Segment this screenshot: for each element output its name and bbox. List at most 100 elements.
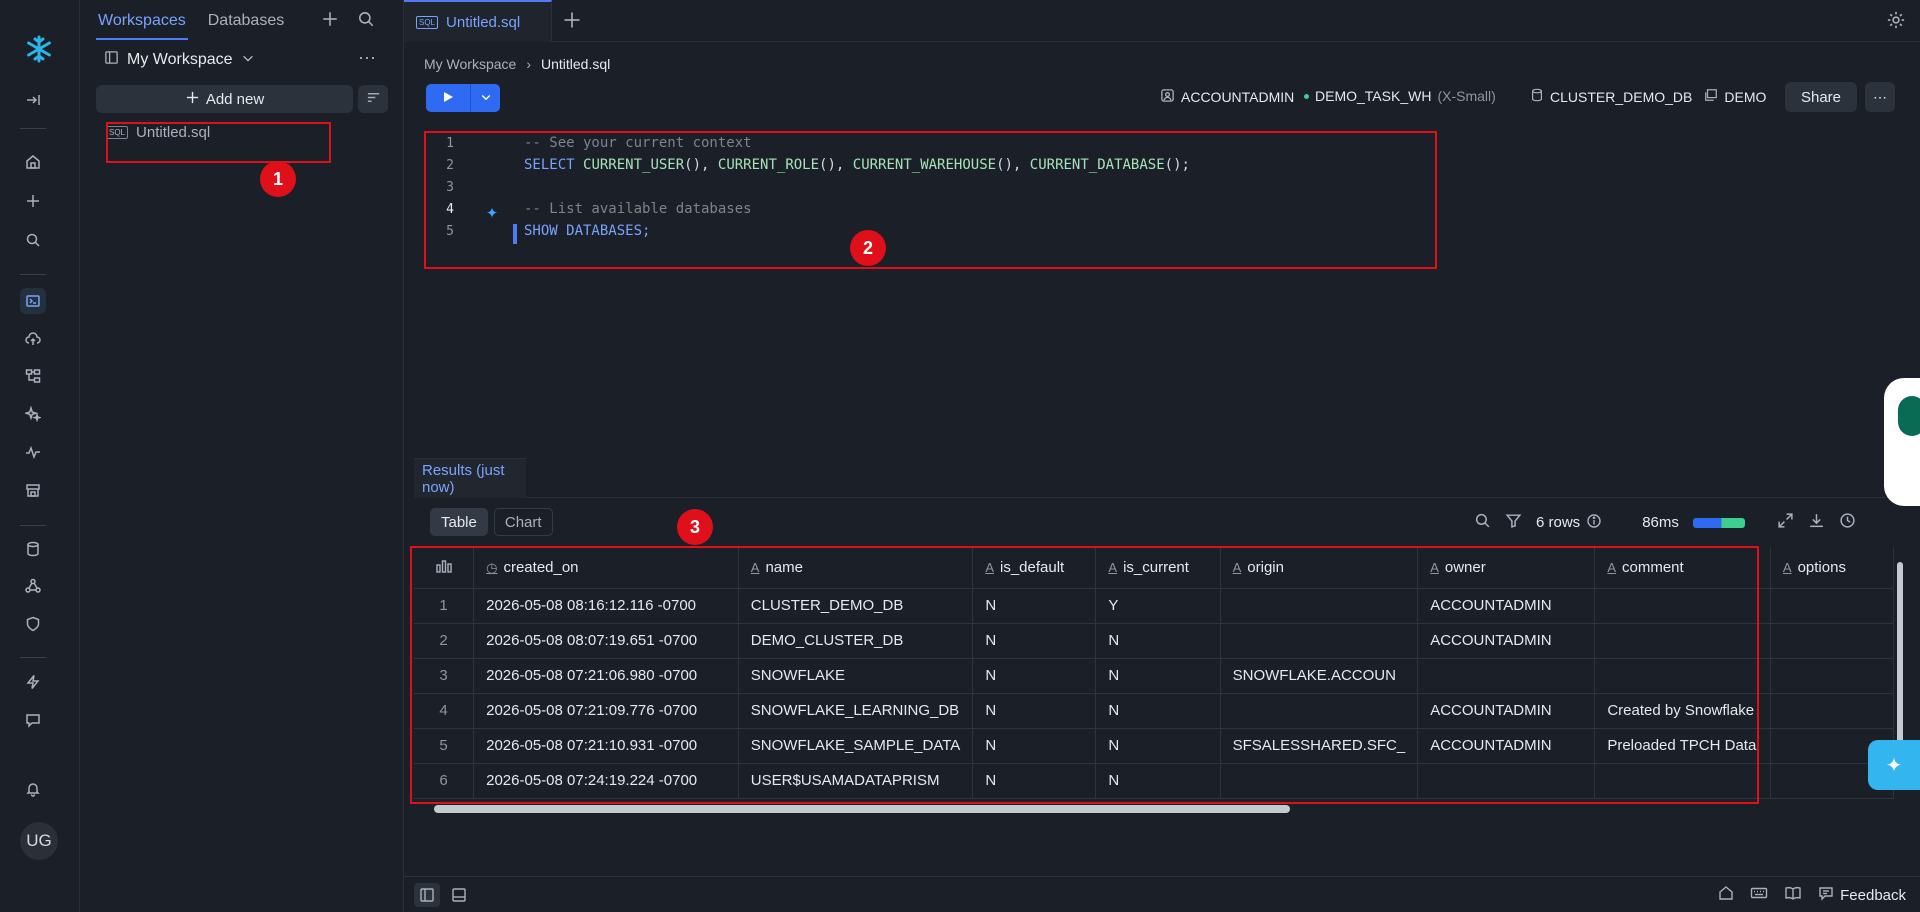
table-cell[interactable] (1220, 693, 1419, 729)
plus-icon[interactable] (20, 188, 46, 214)
table-row[interactable]: 3 2026-05-08 07:21:06.980 -0700 SNOWFLAKE N… (414, 658, 1894, 694)
table-cell[interactable]: N (972, 763, 1097, 799)
column-header-options[interactable]: Aoptions (1770, 548, 1894, 589)
table-cell[interactable]: Created by Snowflake (1594, 693, 1771, 729)
role-selector[interactable]: ACCOUNTADMIN (1160, 88, 1294, 106)
gear-icon[interactable] (1886, 10, 1906, 33)
projects-terminal-icon[interactable] (20, 288, 46, 314)
table-cell[interactable]: SNOWFLAKE.ACCOUN (1220, 658, 1419, 694)
voice-assistant-widget[interactable] (1884, 378, 1920, 506)
table-row[interactable]: 1 2026-05-08 08:16:12.116 -0700 CLUSTER_DE… (414, 588, 1894, 624)
table-cell[interactable] (1770, 623, 1894, 659)
share-button[interactable]: Share (1785, 82, 1857, 112)
more-options-icon[interactable]: ⋯ (358, 48, 377, 69)
info-icon[interactable] (1586, 513, 1602, 533)
table-cell[interactable]: 2026-05-08 08:07:19.651 -0700 (473, 623, 739, 659)
chart-view-button[interactable]: Chart (493, 508, 553, 536)
database-selector[interactable]: CLUSTER_DEMO_DB DEMO (1530, 88, 1766, 105)
expand-icon[interactable] (1777, 512, 1794, 533)
table-cell[interactable]: 2026-05-08 07:21:10.931 -0700 (473, 728, 739, 764)
table-cell[interactable] (1220, 763, 1419, 799)
row-number-cell[interactable]: 3 (414, 658, 475, 694)
table-cell[interactable]: N (972, 588, 1097, 624)
search-icon[interactable] (357, 10, 375, 31)
history-clock-icon[interactable] (1839, 512, 1856, 533)
ai-assistant-button[interactable]: ✦ (1868, 740, 1920, 790)
share-data-icon[interactable] (20, 573, 46, 599)
table-cell[interactable]: N (972, 658, 1097, 694)
home-icon[interactable] (20, 149, 46, 175)
table-row[interactable]: 4 2026-05-08 07:21:09.776 -0700 SNOWFLAKE_… (414, 693, 1894, 729)
results-table-container[interactable]: ◷ created_on Aname Ais_default Ais_curren… (414, 548, 1894, 808)
table-cell[interactable]: 2026-05-08 08:16:12.116 -0700 (473, 588, 739, 624)
run-button[interactable] (426, 84, 470, 112)
table-cell[interactable]: 2026-05-08 07:21:06.980 -0700 (473, 658, 739, 694)
table-cell[interactable]: DEMO_CLUSTER_DB (738, 623, 974, 659)
table-cell[interactable]: SNOWFLAKE_SAMPLE_DATA (738, 728, 974, 764)
ai-sparkle-icon[interactable] (20, 401, 46, 427)
table-cell[interactable]: Preloaded TPCH Data (1594, 728, 1771, 764)
row-number-cell[interactable]: 6 (414, 763, 475, 799)
download-icon[interactable] (1808, 512, 1825, 533)
horizontal-scrollbar[interactable] (414, 801, 1894, 815)
table-cell[interactable]: 2026-05-08 07:21:09.776 -0700 (473, 693, 739, 729)
home-icon[interactable] (1718, 885, 1734, 905)
tab-workspaces[interactable]: Workspaces (96, 8, 188, 40)
table-cell[interactable] (1770, 588, 1894, 624)
tab-results[interactable]: Results (just now) (414, 458, 526, 498)
collapse-sidebar-icon[interactable] (20, 87, 46, 113)
table-cell[interactable]: N (972, 728, 1097, 764)
table-cell[interactable]: CLUSTER_DEMO_DB (738, 588, 974, 624)
feedback-button[interactable]: Feedback (1818, 885, 1906, 905)
shield-icon[interactable] (20, 611, 46, 637)
table-row[interactable]: 6 2026-05-08 07:24:19.224 -0700 USER$USAMA… (414, 763, 1894, 799)
table-cell[interactable] (1417, 763, 1596, 799)
new-tab-plus-icon[interactable] (562, 10, 582, 33)
table-cell[interactable] (1220, 623, 1419, 659)
table-cell[interactable] (1594, 588, 1771, 624)
table-cell[interactable]: N (972, 693, 1097, 729)
table-cell[interactable]: ACCOUNTADMIN (1417, 728, 1596, 764)
book-icon[interactable] (1784, 885, 1802, 905)
upload-cloud-icon[interactable] (20, 326, 46, 352)
tab-untitled-sql[interactable]: SQL Untitled.sql (404, 0, 552, 42)
table-cell[interactable] (1770, 658, 1894, 694)
sidebar-layout-icon[interactable] (414, 883, 440, 907)
column-header-comment[interactable]: Acomment (1594, 548, 1771, 589)
run-options-dropdown[interactable] (470, 84, 500, 112)
table-cell[interactable] (1594, 623, 1771, 659)
table-cell[interactable]: Y (1095, 588, 1221, 624)
filter-icon[interactable] (1505, 512, 1522, 533)
row-number-cell[interactable]: 4 (414, 693, 475, 729)
table-cell[interactable]: N (1095, 728, 1221, 764)
column-header-created-on[interactable]: ◷ created_on (473, 548, 739, 589)
add-new-button[interactable]: Add new (96, 85, 353, 113)
database-icon[interactable] (20, 536, 46, 562)
tab-databases[interactable]: Databases (206, 8, 287, 40)
snowflake-logo-icon[interactable] (22, 32, 56, 66)
table-cell[interactable]: 2026-05-08 07:24:19.224 -0700 (473, 763, 739, 799)
workspace-selector[interactable]: My Workspace (104, 50, 255, 70)
table-cell[interactable]: ACCOUNTADMIN (1417, 588, 1596, 624)
table-cell[interactable]: USER$USAMADATAPRISM (738, 763, 974, 799)
table-cell[interactable] (1770, 693, 1894, 729)
microphone-icon[interactable] (1898, 396, 1920, 436)
table-cell[interactable]: ACCOUNTADMIN (1417, 623, 1596, 659)
bell-icon[interactable] (20, 776, 46, 802)
data-flow-icon[interactable] (20, 363, 46, 389)
column-header-is-default[interactable]: Ais_default (972, 548, 1097, 589)
warehouse-selector[interactable]: DEMO_TASK_WH (X-Small) (1304, 88, 1496, 104)
marketplace-icon[interactable] (20, 477, 46, 503)
table-cell[interactable] (1417, 658, 1596, 694)
row-number-cell[interactable]: 2 (414, 623, 475, 659)
scrollbar-thumb[interactable] (434, 805, 1290, 813)
file-item-untitled-sql[interactable]: SQL Untitled.sql (106, 124, 210, 141)
table-cell[interactable]: SNOWFLAKE (738, 658, 974, 694)
row-number-cell[interactable]: 1 (414, 588, 475, 624)
more-options-icon[interactable]: ⋯ (1865, 82, 1895, 112)
table-cell[interactable]: N (1095, 693, 1221, 729)
ai-sparkle-icon[interactable]: ✦ (486, 199, 498, 223)
row-number-cell[interactable]: 5 (414, 728, 475, 764)
table-row[interactable]: 5 2026-05-08 07:21:10.931 -0700 SNOWFLAKE_… (414, 728, 1894, 764)
bottom-panel-layout-icon[interactable] (446, 883, 472, 907)
